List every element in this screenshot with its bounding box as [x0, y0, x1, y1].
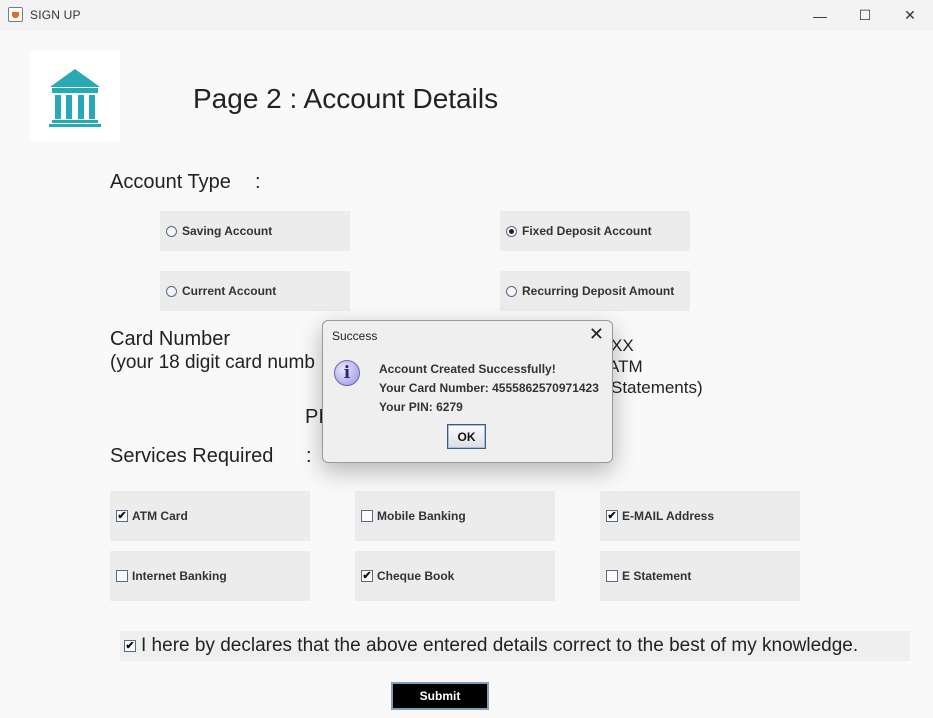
window-title: SIGN UP	[30, 8, 81, 22]
minimize-button[interactable]: —	[797, 0, 843, 31]
atm-card-checkbox[interactable]: ✔	[116, 510, 128, 522]
close-button[interactable]: ✕	[887, 0, 933, 31]
information-icon: i	[334, 360, 360, 386]
mobile-banking-option[interactable]: Mobile Banking	[355, 491, 555, 541]
atm-card-label: ATM Card	[132, 509, 188, 523]
java-cup-icon	[8, 7, 23, 22]
current-account-label: Current Account	[182, 284, 277, 298]
dialog-message-line1: Account Created Successfully!	[379, 362, 556, 376]
submit-button[interactable]: Submit	[391, 682, 489, 710]
card-number-label: Card Number	[110, 328, 231, 350]
dialog-pin: Your PIN: 6279	[379, 400, 463, 414]
services-label: Services Required	[110, 445, 274, 467]
mobile-banking-checkbox[interactable]	[361, 510, 373, 522]
account-type-label: Account Type	[110, 171, 231, 193]
bank-logo	[30, 51, 120, 141]
card-statements-text: Statements)	[611, 378, 703, 397]
card-atm-text: ATM	[608, 357, 643, 376]
dialog-close-button[interactable]: ✕	[589, 324, 604, 345]
dialog-card-number: Your Card Number: 4555862570971423	[379, 381, 599, 395]
mobile-banking-label: Mobile Banking	[377, 509, 466, 523]
saving-account-option[interactable]: Saving Account	[160, 211, 350, 251]
dialog-title: Success	[332, 329, 378, 343]
success-dialog: Success ✕ i Account Created Successfully…	[322, 320, 613, 463]
title-bar: SIGN UP — ☐ ✕	[0, 0, 933, 31]
cheque-book-checkbox[interactable]: ✔	[361, 570, 373, 582]
email-address-label: E-MAIL Address	[622, 509, 715, 523]
card-number-value: XX	[611, 336, 634, 355]
card-number-hint: (your 18 digit card numb	[110, 352, 315, 373]
recurring-deposit-label: Recurring Deposit Amount	[522, 284, 675, 298]
e-statement-checkbox[interactable]	[606, 570, 618, 582]
e-statement-label: E Statement	[622, 569, 692, 583]
recurring-deposit-option[interactable]: Recurring Deposit Amount	[500, 271, 690, 311]
saving-account-radio[interactable]	[166, 225, 177, 237]
email-address-option[interactable]: ✔ E-MAIL Address	[600, 491, 800, 541]
account-type-colon: :	[255, 171, 261, 193]
fixed-deposit-option[interactable]: Fixed Deposit Account	[500, 211, 690, 251]
services-colon: :	[306, 445, 312, 467]
internet-banking-option[interactable]: Internet Banking	[110, 551, 310, 601]
saving-account-label: Saving Account	[182, 224, 273, 238]
fixed-deposit-label: Fixed Deposit Account	[522, 224, 652, 238]
cheque-book-label: Cheque Book	[377, 569, 455, 583]
declaration-checkbox[interactable]: ✔	[124, 640, 136, 652]
current-account-radio[interactable]	[166, 285, 177, 297]
maximize-button[interactable]: ☐	[842, 0, 888, 31]
ok-button[interactable]: OK	[447, 424, 486, 449]
atm-card-option[interactable]: ✔ ATM Card	[110, 491, 310, 541]
recurring-deposit-radio[interactable]	[506, 285, 517, 297]
internet-banking-checkbox[interactable]	[116, 570, 128, 582]
declaration-text: I here by declares that the above entere…	[141, 635, 859, 656]
cheque-book-option[interactable]: ✔ Cheque Book	[355, 551, 555, 601]
declaration-option[interactable]: ✔ I here by declares that the above ente…	[120, 631, 910, 661]
bank-building-icon	[49, 69, 101, 127]
page-title: Page 2 : Account Details	[193, 83, 499, 114]
fixed-deposit-radio[interactable]	[506, 225, 517, 237]
e-statement-option[interactable]: E Statement	[600, 551, 800, 601]
email-address-checkbox[interactable]: ✔	[606, 510, 618, 522]
internet-banking-label: Internet Banking	[132, 569, 227, 583]
current-account-option[interactable]: Current Account	[160, 271, 350, 311]
